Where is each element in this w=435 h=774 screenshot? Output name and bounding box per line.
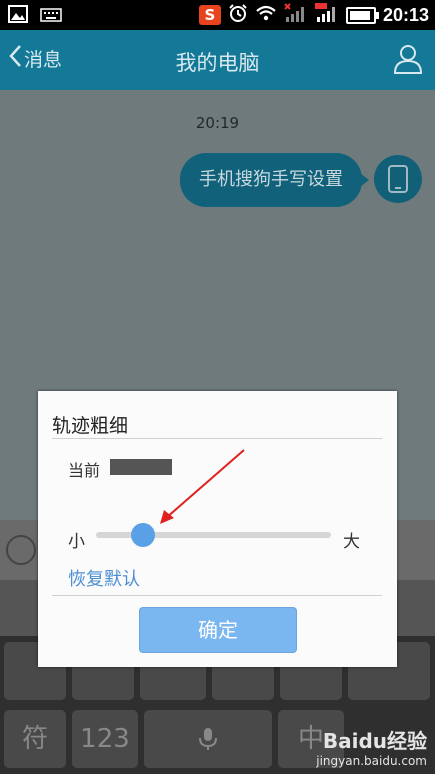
current-label: 当前 bbox=[68, 461, 101, 480]
dialog-title: 轨迹粗细 bbox=[52, 415, 129, 437]
key-symbols[interactable]: 符 bbox=[4, 710, 66, 768]
message-bubble[interactable]: 手机搜狗手写设置 bbox=[180, 153, 369, 207]
add-icon[interactable] bbox=[6, 535, 36, 565]
alarm-icon bbox=[228, 3, 248, 27]
battery-icon bbox=[345, 6, 379, 24]
divider bbox=[52, 595, 382, 596]
status-bar: S 20:13 bbox=[0, 0, 435, 30]
reset-default-link[interactable]: 恢复默认 bbox=[68, 565, 140, 591]
keyboard-notification-icon bbox=[40, 7, 62, 26]
divider bbox=[52, 438, 382, 439]
status-time: 20:13 bbox=[382, 4, 429, 25]
message-timestamp: 20:19 bbox=[195, 114, 240, 132]
stroke-width-slider[interactable] bbox=[96, 523, 331, 547]
annotation-arrow-icon bbox=[160, 449, 245, 524]
signal-3g-icon bbox=[314, 3, 339, 27]
watermark-main: Baidu经验 bbox=[322, 729, 427, 753]
key-space[interactable] bbox=[144, 710, 272, 768]
sogou-icon: S bbox=[198, 5, 221, 25]
signal-no-service-icon bbox=[284, 3, 308, 27]
phone-icon bbox=[388, 165, 408, 193]
device-avatar[interactable] bbox=[374, 155, 422, 203]
slider-max-label: 大 bbox=[343, 532, 360, 552]
slider-min-label: 小 bbox=[68, 532, 85, 552]
page-title: 我的电脑 bbox=[175, 51, 260, 75]
microphone-icon bbox=[199, 728, 217, 750]
confirm-button[interactable]: 确定 bbox=[139, 607, 297, 653]
key-numbers[interactable]: 123 bbox=[72, 710, 138, 768]
app-header: 消息 我的电脑 bbox=[0, 30, 435, 90]
watermark: Baidu经验 jingyan.baidu.com bbox=[316, 725, 427, 768]
profile-icon[interactable] bbox=[393, 43, 423, 79]
wifi-icon bbox=[255, 4, 277, 26]
gallery-notification-icon bbox=[8, 5, 28, 27]
watermark-sub: jingyan.baidu.com bbox=[316, 754, 427, 768]
